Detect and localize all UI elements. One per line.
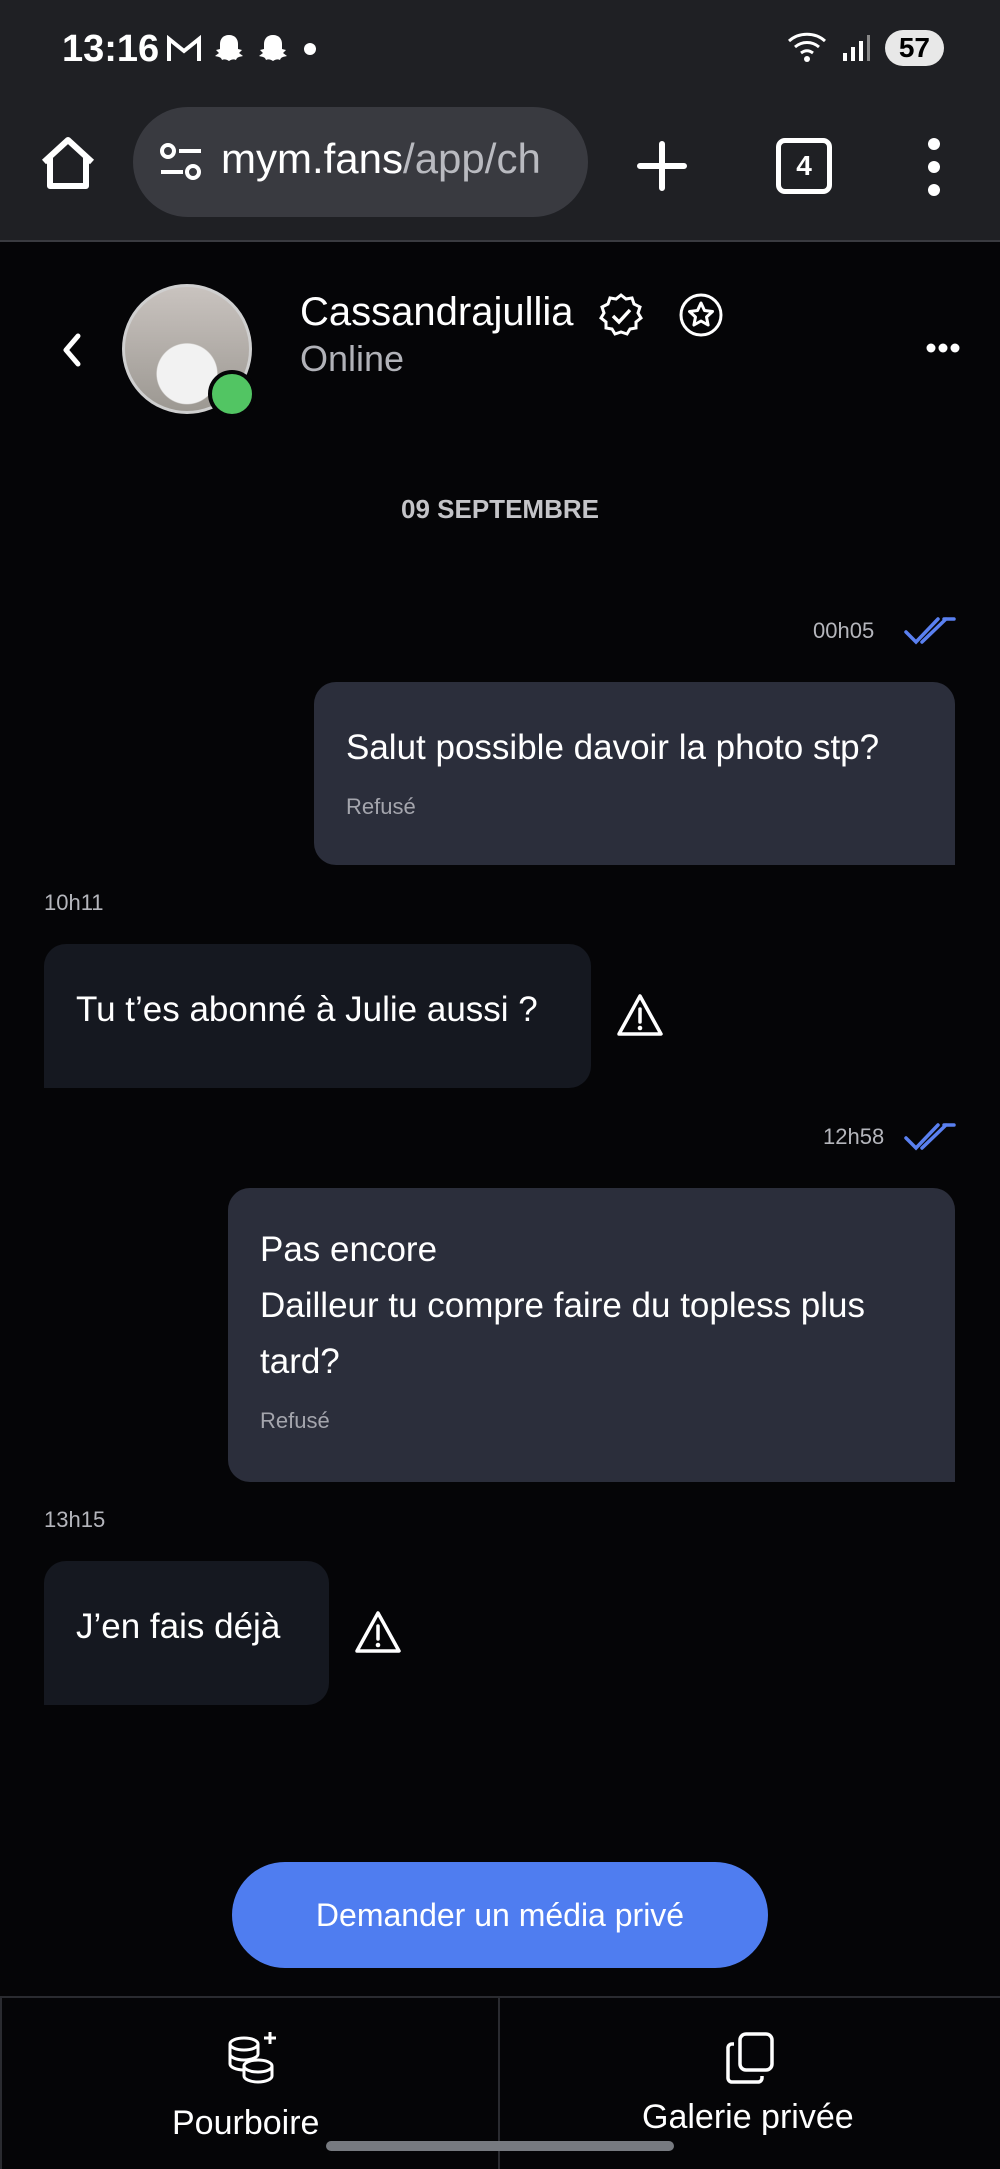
read-receipt-icon xyxy=(904,1123,956,1151)
message-timestamp: 10h11 xyxy=(44,890,104,915)
date-separator: 09 SEPTEMBRE xyxy=(401,494,599,524)
private-gallery-label: Galerie privée xyxy=(642,2098,854,2136)
address-bar[interactable]: mym.fans/app/ch xyxy=(133,107,588,217)
message-bubble-outgoing[interactable]: Pas encore Dailleur tu compre faire du t… xyxy=(228,1188,955,1482)
new-tab-icon[interactable] xyxy=(634,138,690,194)
snapchat-icon xyxy=(259,35,287,61)
message-text: Tu t’es abonné à Julie aussi ? xyxy=(76,990,538,1029)
tip-label: Pourboire xyxy=(172,2104,320,2142)
star-badge-icon[interactable] xyxy=(678,292,724,338)
gallery-copy-icon xyxy=(726,2032,774,2084)
report-warning-icon[interactable] xyxy=(616,993,664,1037)
message-text: J’en fais déjà xyxy=(76,1607,281,1646)
back-arrow-icon[interactable] xyxy=(58,330,88,370)
message-status: Refusé xyxy=(260,1408,330,1433)
signal-icon xyxy=(842,35,870,61)
dot-icon xyxy=(304,43,316,55)
message-timestamp: 12h58 xyxy=(823,1124,885,1149)
message-bubble-incoming[interactable]: Tu t’es abonné à Julie aussi ? xyxy=(44,944,591,1088)
home-icon[interactable] xyxy=(38,134,98,194)
snapchat-icon xyxy=(215,35,243,61)
message-timestamp: 00h05 xyxy=(813,618,875,643)
message-status: Refusé xyxy=(346,794,416,819)
gmail-icon xyxy=(167,35,201,61)
contact-name[interactable]: Cassandrajullia xyxy=(300,290,573,335)
read-receipt-icon xyxy=(904,617,956,645)
battery-indicator: 57 xyxy=(884,30,944,66)
home-indicator[interactable] xyxy=(326,2141,674,2151)
url-text[interactable]: mym.fans/app/ch xyxy=(221,135,571,183)
wifi-icon xyxy=(787,32,826,62)
site-settings-icon[interactable] xyxy=(159,142,203,182)
browser-menu-icon[interactable] xyxy=(916,136,952,198)
message-timestamp: 13h15 xyxy=(44,1507,106,1532)
message-bubble-outgoing[interactable]: Salut possible davoir la photo stp? Refu… xyxy=(314,682,955,865)
request-private-media-button[interactable]: Demander un média privé xyxy=(232,1862,768,1968)
more-options-icon[interactable] xyxy=(926,342,960,354)
message-bubble-incoming[interactable]: J’en fais déjà xyxy=(44,1561,329,1705)
message-text: Pas encore Dailleur tu compre faire du t… xyxy=(260,1230,866,1381)
online-status-dot xyxy=(208,370,256,418)
browser-toolbar: mym.fans/app/ch 4 xyxy=(0,100,1000,242)
status-bar: 13:16 57 xyxy=(0,0,1000,100)
message-text: Salut possible davoir la photo stp? xyxy=(346,728,880,767)
tab-switcher-button[interactable]: 4 xyxy=(776,138,832,194)
verified-badge-icon xyxy=(599,293,643,336)
coins-plus-icon xyxy=(228,2032,276,2084)
url-domain: mym.fans xyxy=(221,135,404,182)
report-warning-icon[interactable] xyxy=(354,1610,402,1654)
notification-icons xyxy=(166,32,320,66)
url-path: /app/ch xyxy=(403,135,541,182)
status-time: 13:16 xyxy=(62,28,160,70)
system-icons: 57 xyxy=(787,30,944,66)
presence-status: Online xyxy=(300,338,405,379)
